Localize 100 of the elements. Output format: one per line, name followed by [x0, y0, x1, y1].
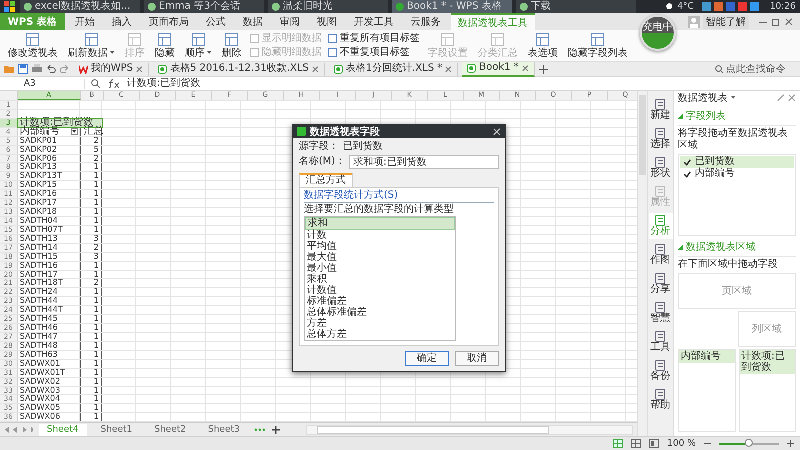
ribbon-tab[interactable]: 页面布局 [142, 13, 196, 30]
list-item[interactable]: 计数值 [305, 285, 455, 296]
taskbar-item[interactable]: excel数据透视表如... [20, 0, 140, 13]
pin-icon[interactable] [777, 94, 785, 102]
list-item[interactable]: 计数 [305, 230, 455, 241]
taskbar-item[interactable]: 下载 [516, 0, 636, 13]
panel-title[interactable]: 数据透视表 [678, 91, 728, 105]
sidebar-button[interactable]: 智慧 [648, 300, 672, 326]
document-tab[interactable]: 表格5 2016.1-12.31收款.XLS [153, 62, 325, 76]
start-icon[interactable] [4, 0, 16, 12]
sidebar-button[interactable]: 作图 [648, 242, 672, 268]
ribbon-button[interactable]: 隐藏 [153, 31, 177, 60]
collapse-icon[interactable] [678, 114, 683, 118]
sheet-navigation-icon[interactable] [3, 426, 33, 434]
taskbar-item[interactable]: Book1 * - WPS 表格 [392, 0, 512, 13]
ok-button[interactable]: 确定 [405, 351, 449, 366]
sheet-tab[interactable]: Sheet2 [146, 424, 194, 436]
ribbon-tab[interactable]: 数据 [236, 13, 270, 30]
ribbon-tab[interactable]: 开始 [68, 13, 102, 30]
zoom-in-icon[interactable] [787, 440, 794, 447]
ribbon-button[interactable]: 不重复项目标签 [328, 46, 420, 58]
redo-icon[interactable] [60, 64, 70, 74]
ribbon-button[interactable]: 删除 [220, 31, 244, 60]
ribbon-button[interactable]: 修改透视表 [6, 31, 60, 60]
search-icon[interactable] [91, 78, 101, 88]
normal-view-icon[interactable] [613, 439, 624, 448]
sheet-tab[interactable]: Sheet4 [39, 424, 87, 436]
filter-dropdown-icon[interactable] [71, 128, 78, 136]
sidebar-button[interactable]: 选择 [648, 126, 672, 152]
sidebar-button[interactable]: 形状 [648, 155, 672, 181]
zoom-out-icon[interactable] [704, 440, 711, 447]
section-title[interactable]: 字段列表 [686, 109, 726, 123]
close-icon[interactable] [784, 16, 794, 26]
command-search-field[interactable]: 点此查找命令 [715, 64, 792, 74]
sidebar-button[interactable]: 工具 [648, 329, 672, 355]
formula-field[interactable]: 计数项:已到货数 [127, 78, 800, 90]
ribbon-button[interactable]: 表选项 [526, 31, 560, 60]
more-icon[interactable] [254, 426, 266, 432]
cancel-button[interactable]: 取消 [455, 351, 499, 366]
ribbon-button[interactable]: 顺序 [183, 31, 214, 60]
list-item[interactable]: 总体标准偏差 [305, 307, 455, 318]
function-icon[interactable] [107, 78, 121, 88]
checkmark-icon[interactable] [684, 170, 691, 178]
ribbon-tab[interactable]: 公式 [199, 13, 234, 30]
row-field[interactable]: 内部编号 [679, 350, 734, 363]
document-tab[interactable]: Book1 * [462, 62, 535, 76]
document-tab[interactable]: 我的WPS [74, 62, 150, 76]
ribbon-tab[interactable]: 审阅 [273, 13, 308, 30]
name-field[interactable]: 求和项:已到货数 [349, 155, 499, 169]
account-name[interactable]: 智能了解 [703, 14, 749, 28]
taskbar-item[interactable]: 温柔旧时光 [268, 0, 388, 13]
list-item[interactable]: 最小值 [305, 263, 455, 274]
checkmark-icon[interactable] [684, 158, 691, 166]
sidebar-button[interactable]: 分析 [648, 213, 672, 239]
ribbon-button[interactable]: 隐藏字段列表 [566, 31, 630, 60]
undo-icon[interactable] [46, 64, 56, 74]
horizontal-scrollbar[interactable] [306, 424, 633, 434]
page-break-icon[interactable] [649, 439, 660, 448]
document-tab[interactable]: 表格1分回统计.XLS * [328, 62, 458, 76]
ribbon-button[interactable]: 刷新数据 [66, 31, 117, 60]
restore-icon[interactable] [771, 16, 781, 26]
list-item[interactable]: 求和 [305, 217, 455, 230]
data-field[interactable]: 计数项:已到货数 [740, 350, 795, 374]
save-icon[interactable] [18, 64, 28, 74]
ribbon-tab[interactable]: 视图 [310, 13, 344, 30]
print-icon[interactable] [32, 64, 42, 74]
caret-icon[interactable] [731, 96, 736, 100]
list-item[interactable]: 方差 [305, 318, 455, 329]
list-item[interactable]: 最大值 [305, 252, 455, 263]
vertical-scrollbar[interactable] [637, 91, 647, 436]
dialog-tab[interactable]: 汇总方式 [299, 173, 353, 187]
ribbon-tab[interactable]: 云服务 [404, 13, 448, 30]
ribbon-button[interactable]: 重复所有项目标签 [328, 32, 420, 44]
sheet-tab[interactable]: Sheet1 [92, 424, 140, 436]
table-cell: SADTH44T [18, 306, 80, 314]
list-item[interactable]: 总体方差 [305, 329, 455, 340]
close-icon[interactable] [445, 66, 452, 72]
sidebar-button[interactable]: 帮助 [648, 387, 672, 413]
collapse-icon[interactable] [678, 244, 683, 250]
ribbon-tab[interactable]: 插入 [105, 13, 140, 30]
ribbon-tab[interactable]: 开发工具 [347, 13, 402, 30]
sidebar-button[interactable]: 新建 [648, 97, 672, 123]
close-icon[interactable] [312, 66, 319, 72]
add-sheet-icon[interactable] [272, 426, 280, 434]
list-item[interactable]: 标准偏差 [305, 296, 455, 307]
page-layout-icon[interactable] [631, 439, 642, 448]
sidebar-button[interactable]: 分享 [648, 271, 672, 297]
close-icon[interactable] [522, 64, 529, 72]
slider-thumb[interactable] [745, 438, 753, 446]
add-tab-icon[interactable] [538, 64, 548, 74]
field-item[interactable]: 已到货数 [680, 156, 794, 168]
close-icon[interactable] [136, 66, 144, 72]
field-item[interactable]: 内部编号 [680, 168, 794, 180]
list-item[interactable]: 乘积 [305, 274, 455, 285]
sidebar-button[interactable]: 备份 [648, 358, 672, 384]
list-item[interactable]: 平均值 [305, 241, 455, 252]
section-title[interactable]: 数据透视表区域 [686, 240, 756, 254]
name-box[interactable]: A3 [4, 78, 85, 88]
taskbar-item[interactable]: Emma 等3个会话 [144, 0, 264, 13]
sheet-tab[interactable]: Sheet3 [200, 424, 248, 436]
